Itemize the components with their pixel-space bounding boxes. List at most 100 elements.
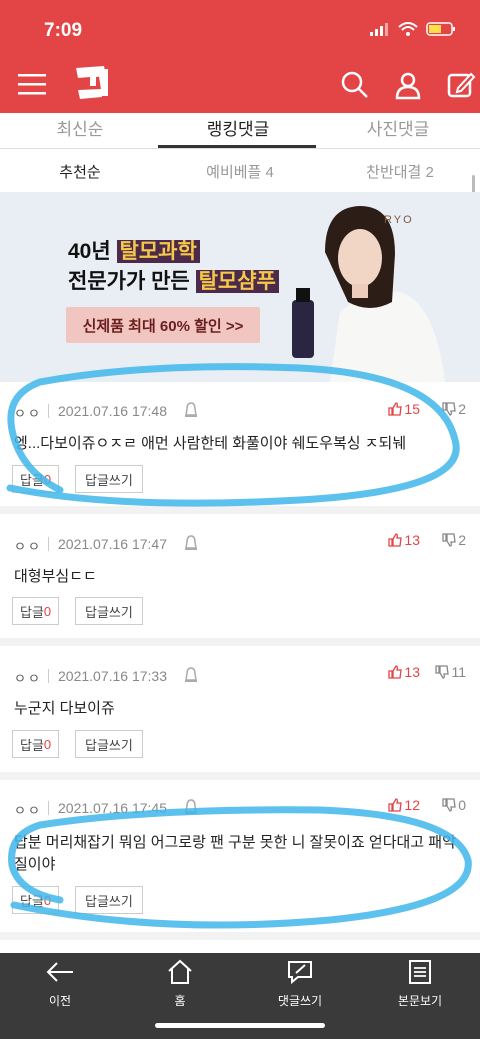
- comment-item: ㅇㅇ 2021.07.16 17:45 12 0 답분 머리채잡기 뭐임 어그로…: [0, 780, 480, 940]
- report-icon[interactable]: [184, 799, 198, 815]
- report-icon[interactable]: [184, 402, 198, 418]
- home-indicator: [155, 1023, 325, 1028]
- reply-count-button[interactable]: 답글 0: [12, 730, 60, 758]
- reply-label: 답글: [20, 604, 44, 620]
- reply-count-button[interactable]: 답글 0: [12, 465, 60, 493]
- write-icon[interactable]: [446, 70, 476, 100]
- dislike-button[interactable]: 2: [442, 532, 466, 548]
- subtab-recommended[interactable]: 추천순: [0, 161, 160, 182]
- tab-active-indicator: [158, 145, 316, 148]
- dislike-button[interactable]: 2: [442, 401, 466, 417]
- reply-count: 0: [43, 471, 52, 487]
- comment-author: ㅇㅇ: [14, 671, 42, 686]
- sort-tabs: 추천순 예비베플 4 찬반대결 2: [0, 150, 480, 192]
- write-comment-icon: [288, 961, 312, 985]
- dislike-count: 2: [458, 532, 466, 548]
- ad-headline-2-highlight: 탈모샴푸: [195, 270, 279, 293]
- thumbs-up-icon: [388, 402, 403, 416]
- reply-label: 답글: [20, 893, 44, 909]
- comment-date: 2021.07.16 17:33: [58, 668, 167, 684]
- nav-view-post-label: 본문보기: [397, 994, 443, 1008]
- dislike-button[interactable]: 0: [442, 797, 466, 813]
- thumbs-up-icon: [388, 798, 403, 812]
- write-reply-button[interactable]: 답글쓰기: [75, 465, 143, 493]
- nav-write-comment-label: 댓글쓰기: [277, 994, 323, 1008]
- nav-row: [0, 62, 480, 110]
- like-button[interactable]: 15: [388, 401, 420, 417]
- status-time: 7:09: [44, 20, 83, 41]
- like-button[interactable]: 13: [388, 532, 420, 548]
- dislike-count: 2: [458, 401, 466, 417]
- nav-home[interactable]: 홈: [120, 959, 240, 1009]
- nav-back[interactable]: 이전: [0, 959, 120, 1009]
- ad-headline-1: 40년 탈모과학: [68, 235, 200, 265]
- comment-tabs: 최신순 랭킹댓글 사진댓글: [0, 113, 480, 149]
- report-icon[interactable]: [184, 535, 198, 551]
- dislike-count: 0: [458, 797, 466, 813]
- reply-count-button[interactable]: 답글 0: [12, 597, 60, 625]
- search-icon[interactable]: [340, 70, 370, 100]
- reply-count-button[interactable]: 답글 0: [12, 886, 60, 914]
- nav-write-comment[interactable]: 댓글쓰기: [240, 959, 360, 1009]
- signal-icon: [370, 23, 388, 36]
- comment-item: ㅇㅇ 2021.07.16 17:48 15 2 엥...다보이쥬ㅇㅈㄹ 애먼 …: [0, 382, 480, 514]
- battery-icon: [426, 22, 455, 36]
- dislike-count: 11: [451, 664, 466, 680]
- comment-item: ㅇㅇ 2021.07.16 17:33 13 11 누군지 다보이쥬 답글 0 답…: [0, 646, 480, 780]
- comment-text: 답분 머리채잡기 뭐임 어그로랑 팬 구분 못한 니 잘못이죠 얻다대고 패악질…: [14, 834, 456, 873]
- comment-author: ㅇㅇ: [14, 406, 42, 421]
- comment-date: 2021.07.16 17:45: [58, 800, 167, 816]
- comment-text: 엥...다보이쥬ㅇㅈㄹ 애먼 사람한테 화풀이야 쉐도우복싱 ㅈ되눼: [14, 435, 407, 452]
- tab-ranking[interactable]: 랭킹댓글: [158, 115, 318, 140]
- comment-author: ㅇㅇ: [14, 539, 42, 554]
- user-icon[interactable]: [393, 70, 423, 100]
- nav-back-label: 이전: [48, 994, 72, 1008]
- document-icon: [409, 960, 431, 984]
- report-icon[interactable]: [184, 667, 198, 683]
- reply-count: 0: [43, 603, 52, 619]
- reply-label: 답글: [20, 737, 44, 753]
- ad-headline-1-text: 40년: [68, 240, 117, 263]
- reply-count: 0: [43, 736, 52, 752]
- ad-banner[interactable]: 40년 탈모과학 전문가가 만든 탈모샴푸 신제품 최대 60% 할인 >> R…: [0, 192, 480, 382]
- comment-date: 2021.07.16 17:48: [58, 403, 167, 419]
- thumbs-up-icon: [388, 533, 403, 547]
- like-count: 13: [404, 532, 420, 548]
- like-button[interactable]: 13: [388, 664, 420, 680]
- divider: [48, 669, 49, 683]
- ad-headline-2-text: 전문가가 만든: [68, 270, 196, 293]
- tab-photo[interactable]: 사진댓글: [318, 115, 478, 140]
- comment-text: 누군지 다보이쥬: [14, 700, 115, 717]
- comment-item: ㅇㅇ 2021.07.16 17:47 13 2 대형부심ㄷㄷ 답글 0 답글쓰기: [0, 514, 480, 646]
- write-reply-button[interactable]: 답글쓰기: [75, 886, 143, 914]
- nav-home-label: 홈: [174, 994, 186, 1008]
- write-reply-button[interactable]: 답글쓰기: [75, 597, 143, 625]
- subtab-pre-best[interactable]: 예비베플 4: [160, 161, 320, 182]
- comment-author: ㅇㅇ: [14, 803, 42, 818]
- ad-headline-2: 전문가가 만든 탈모샴푸: [68, 265, 279, 295]
- thumbs-down-icon: [442, 798, 456, 812]
- like-count: 15: [404, 401, 420, 417]
- nav-view-post[interactable]: 본문보기: [360, 959, 480, 1009]
- menu-icon[interactable]: [18, 72, 46, 96]
- pann-logo[interactable]: [72, 64, 112, 102]
- wifi-icon: [398, 22, 418, 36]
- thumbs-down-icon: [442, 533, 456, 547]
- reply-count: 0: [43, 892, 52, 908]
- like-button[interactable]: 12: [388, 797, 420, 813]
- divider: [48, 404, 49, 418]
- like-count: 12: [404, 797, 420, 813]
- dislike-button[interactable]: 11: [435, 664, 466, 680]
- write-reply-button[interactable]: 답글쓰기: [75, 730, 143, 758]
- thumbs-down-icon: [435, 665, 450, 679]
- home-icon: [168, 959, 192, 984]
- tab-latest[interactable]: 최신순: [0, 115, 160, 140]
- back-arrow-icon: [46, 962, 73, 982]
- thumbs-up-icon: [388, 665, 403, 679]
- status-icons: [370, 22, 456, 36]
- comment-date: 2021.07.16 17:47: [58, 536, 167, 552]
- ad-cta-button[interactable]: 신제품 최대 60% 할인 >>: [66, 307, 260, 343]
- subtab-debate[interactable]: 찬반대결 2: [320, 161, 480, 182]
- like-count: 13: [404, 664, 420, 680]
- ad-model-image: [292, 206, 445, 382]
